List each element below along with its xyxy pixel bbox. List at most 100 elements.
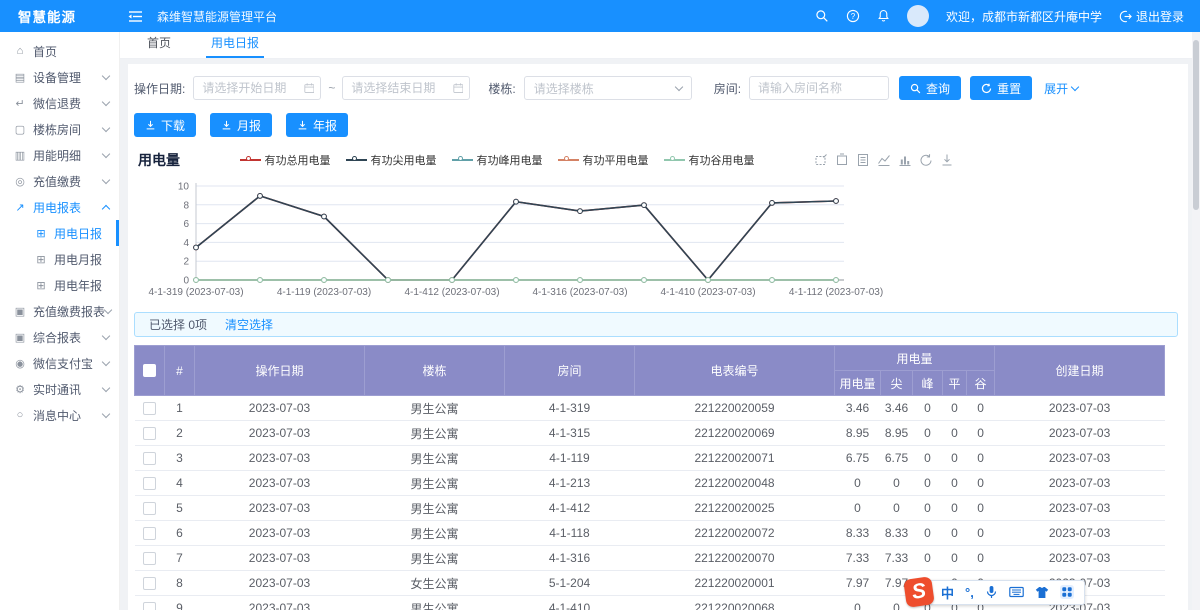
table-cell: 0: [913, 421, 943, 446]
logout-button[interactable]: 退出登录: [1119, 8, 1184, 25]
bar-chart-icon[interactable]: [898, 153, 912, 167]
yearly-report-button[interactable]: 年报: [286, 113, 348, 137]
row-checkbox[interactable]: [143, 527, 156, 540]
menu-collapse-icon[interactable]: [128, 10, 143, 23]
legend-item-2[interactable]: 有功峰用电量: [452, 152, 543, 168]
row-checkbox[interactable]: [143, 477, 156, 490]
row-checkbox[interactable]: [143, 552, 156, 565]
table-row[interactable]: 22023-07-03男生公寓4-1-3152212200200698.958.…: [135, 421, 1165, 446]
start-date-input[interactable]: [194, 81, 303, 95]
table-cell: 0: [913, 471, 943, 496]
sidebar-item-home[interactable]: ⌂首页: [0, 38, 119, 64]
download-button[interactable]: 下载: [134, 113, 196, 137]
sidebar-item-realtime-msg[interactable]: ⚙实时通讯: [0, 376, 119, 402]
legend-item-4[interactable]: 有功谷用电量: [664, 152, 755, 168]
legend-item-0[interactable]: 有功总用电量: [240, 152, 331, 168]
header-usage-ping: 平: [943, 371, 967, 396]
data-view-icon[interactable]: [856, 153, 870, 167]
row-checkbox[interactable]: [143, 502, 156, 515]
user-avatar[interactable]: [907, 5, 929, 27]
table-cell: 6.75: [881, 446, 913, 471]
header-usage-gu: 谷: [967, 371, 995, 396]
ime-language-toggle[interactable]: 中: [941, 583, 954, 602]
building-select-placeholder: 请选择楼栋: [534, 80, 594, 97]
row-checkbox[interactable]: [143, 402, 156, 415]
search-icon[interactable]: [815, 9, 829, 23]
help-icon[interactable]: ?: [846, 9, 860, 23]
table-row[interactable]: 52023-07-03男生公寓4-1-412221220020025000002…: [135, 496, 1165, 521]
table-cell: 0: [943, 521, 967, 546]
end-date-picker[interactable]: [342, 76, 470, 100]
sidebar-item-power-yearly[interactable]: ⊞用电年报: [0, 272, 119, 298]
sidebar-item-building-room[interactable]: ▢楼栋房间: [0, 116, 119, 142]
scrollbar-thumb[interactable]: [1193, 40, 1199, 210]
bell-icon[interactable]: [877, 9, 890, 23]
zoom-select-icon[interactable]: [814, 153, 828, 167]
restore-icon[interactable]: [919, 153, 933, 167]
table-cell: 0: [913, 396, 943, 421]
yearly-report-button-label: 年报: [313, 117, 337, 134]
calendar-icon: [453, 82, 464, 94]
table-cell: 6.75: [835, 446, 881, 471]
search-button[interactable]: 查询: [899, 76, 961, 100]
table-row[interactable]: 12023-07-03男生公寓4-1-3192212200200593.463.…: [135, 396, 1165, 421]
ime-punctuation-toggle[interactable]: °,: [965, 585, 974, 600]
table-cell: 男生公寓: [365, 521, 505, 546]
sidebar-item-power-monthly[interactable]: ⊞用电月报: [0, 246, 119, 272]
tab-home[interactable]: 首页: [142, 31, 176, 58]
header-op-date: 操作日期: [195, 346, 365, 396]
room-input-wrap[interactable]: [749, 76, 889, 100]
sidebar-item-recharge-pay[interactable]: ◎充值缴费: [0, 168, 119, 194]
save-image-icon[interactable]: [940, 153, 954, 167]
sidebar-item-wechat-refund[interactable]: ↵微信退费: [0, 90, 119, 116]
sidebar-item-label: 充值缴费: [33, 173, 103, 190]
row-checkbox[interactable]: [143, 427, 156, 440]
sidebar-item-recharge-report[interactable]: ▣充值缴费报表: [0, 298, 119, 324]
end-date-input[interactable]: [343, 81, 452, 95]
sidebar-item-wechat-alipay[interactable]: ◉微信支付宝: [0, 350, 119, 376]
legend-item-3[interactable]: 有功平用电量: [558, 152, 649, 168]
legend-label: 有功总用电量: [265, 152, 331, 168]
doc-icon: ▣: [13, 305, 27, 318]
tabbar: 首页 用电日报: [120, 32, 1200, 59]
table-cell: 女生公寓: [365, 571, 505, 596]
expand-link[interactable]: 展开: [1044, 80, 1078, 97]
sidebar-item-power-daily[interactable]: ⊞用电日报: [0, 220, 119, 246]
skin-shirt-icon[interactable]: [1035, 586, 1049, 599]
row-checkbox[interactable]: [143, 577, 156, 590]
table-row[interactable]: 42023-07-03男生公寓4-1-213221220020048000002…: [135, 471, 1165, 496]
monthly-report-button[interactable]: 月报: [210, 113, 272, 137]
ime-bar: 中 °,: [928, 580, 1085, 605]
app-title: 森维智慧能源管理平台: [157, 8, 277, 25]
keyboard-icon[interactable]: [1009, 586, 1024, 598]
sidebar-item-power-report[interactable]: ↗用电报表: [0, 194, 119, 220]
row-checkbox[interactable]: [143, 602, 156, 610]
room-input[interactable]: [750, 81, 888, 95]
sidebar-item-summary-report[interactable]: ▣综合报表: [0, 324, 119, 350]
zoom-reset-icon[interactable]: [835, 153, 849, 167]
sidebar-item-label: 消息中心: [33, 407, 103, 424]
start-date-picker[interactable]: [193, 76, 321, 100]
legend-item-1[interactable]: 有功尖用电量: [346, 152, 437, 168]
row-checkbox[interactable]: [143, 452, 156, 465]
tab-power-daily-report[interactable]: 用电日报: [206, 31, 264, 58]
sidebar-item-device-mgmt[interactable]: ▤设备管理: [0, 64, 119, 90]
sogou-logo-icon[interactable]: S: [903, 576, 935, 608]
table-cell: 2023-07-03: [995, 496, 1165, 521]
table-row[interactable]: 62023-07-03男生公寓4-1-1182212200200728.338.…: [135, 521, 1165, 546]
reset-button[interactable]: 重置: [970, 76, 1032, 100]
table-row[interactable]: 32023-07-03男生公寓4-1-1192212200200716.756.…: [135, 446, 1165, 471]
sidebar-item-message-center[interactable]: ○消息中心: [0, 402, 119, 428]
toolbox-grid-icon[interactable]: [1060, 585, 1074, 599]
table-row[interactable]: 72023-07-03男生公寓4-1-3162212200200707.337.…: [135, 546, 1165, 571]
svg-text:4-1-319 (2023-07-03): 4-1-319 (2023-07-03): [148, 287, 243, 298]
microphone-icon[interactable]: [985, 585, 998, 599]
building-select[interactable]: 请选择楼栋: [524, 76, 692, 100]
sidebar-item-energy-detail[interactable]: ▥用能明细: [0, 142, 119, 168]
line-chart-icon[interactable]: [877, 153, 891, 167]
table-cell: 0: [967, 396, 995, 421]
page-scrollbar[interactable]: [1192, 32, 1200, 610]
download-icon: [221, 120, 232, 131]
clear-selection-link[interactable]: 清空选择: [225, 316, 273, 333]
select-all-checkbox[interactable]: [143, 364, 156, 377]
